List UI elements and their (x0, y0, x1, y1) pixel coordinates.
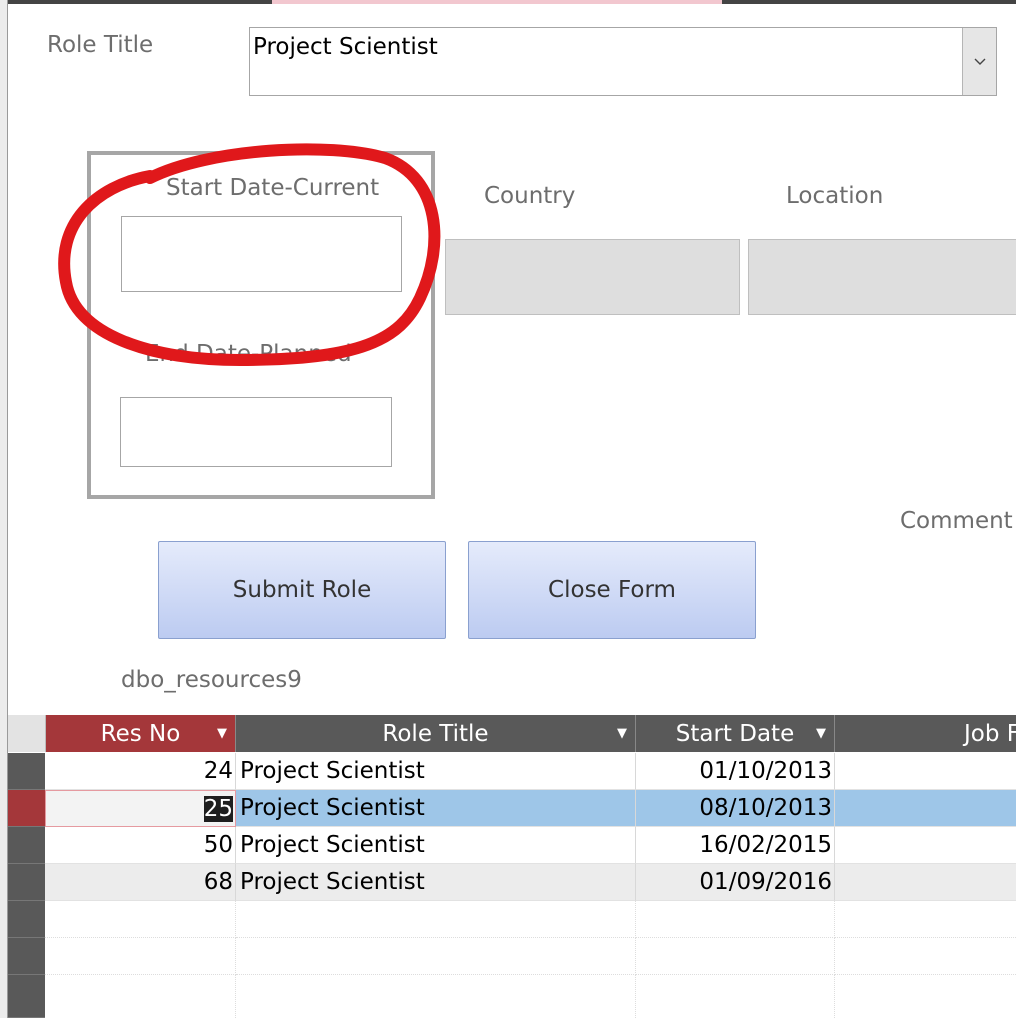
job-cell[interactable] (835, 753, 1016, 790)
country-field[interactable] (445, 239, 740, 315)
role-title-combobox[interactable]: Project Scientist (249, 27, 997, 96)
empty-cell (835, 901, 1016, 938)
empty-cell (45, 975, 236, 1018)
empty-row (45, 938, 1016, 975)
column-header-start-date[interactable]: Start Date ▼ (636, 715, 835, 752)
job-cell[interactable] (835, 827, 1016, 864)
empty-row (45, 975, 1016, 1018)
empty-cell (835, 975, 1016, 1018)
dropdown-button[interactable] (962, 28, 996, 95)
role-title-label: Role Title (47, 32, 154, 58)
start-date-cell[interactable]: 08/10/2013 (636, 790, 835, 827)
active-tab-indicator (272, 0, 722, 4)
record-selector[interactable] (8, 753, 45, 790)
end-date-field[interactable] (120, 397, 392, 467)
chevron-down-icon (974, 58, 985, 65)
record-selector[interactable] (8, 975, 45, 1018)
empty-cell (236, 938, 636, 975)
job-cell[interactable] (835, 864, 1016, 901)
empty-cell (636, 901, 835, 938)
empty-cell (236, 901, 636, 938)
record-selector-current[interactable] (8, 790, 45, 827)
column-header-role-title[interactable]: Role Title ▼ (236, 715, 636, 752)
sort-dropdown-icon[interactable]: ▼ (816, 726, 826, 741)
location-label: Location (786, 183, 884, 209)
start-date-field[interactable] (121, 216, 402, 292)
sort-dropdown-icon[interactable]: ▼ (217, 726, 227, 741)
empty-cell (236, 975, 636, 1018)
role-title-value: Project Scientist (253, 34, 438, 60)
column-label: Res No (100, 720, 181, 747)
start-date-cell[interactable]: 16/02/2015 (636, 827, 835, 864)
empty-row (45, 901, 1016, 938)
comment-label: Comment (900, 508, 1013, 534)
datasheet-caption: dbo_resources9 (121, 667, 302, 693)
table-row[interactable]: 50 Project Scientist 16/02/2015 (45, 827, 1016, 864)
res-no-selected-text: 25 (203, 796, 233, 822)
res-no-cell[interactable]: 50 (45, 827, 236, 864)
empty-cell (835, 938, 1016, 975)
column-label: Job F (964, 720, 1016, 747)
empty-cell (45, 938, 236, 975)
record-selector[interactable] (8, 938, 45, 975)
role-title-cell[interactable]: Project Scientist (236, 864, 636, 901)
start-date-cell[interactable]: 01/10/2013 (636, 753, 835, 790)
close-form-button[interactable]: Close Form (468, 541, 756, 639)
record-selector[interactable] (8, 864, 45, 901)
table-row-selected[interactable]: 25 Project Scientist 08/10/2013 (45, 790, 1016, 827)
record-selector[interactable] (8, 827, 45, 864)
column-header-res-no[interactable]: Res No ▼ (46, 715, 236, 752)
start-date-label: Start Date-Current (166, 175, 380, 201)
role-title-cell[interactable]: Project Scientist (236, 753, 636, 790)
location-field[interactable] (748, 239, 1016, 315)
country-label: Country (484, 183, 576, 209)
select-all-corner[interactable] (8, 715, 46, 752)
res-no-cell[interactable]: 68 (45, 864, 236, 901)
sort-dropdown-icon[interactable]: ▼ (617, 726, 627, 741)
empty-cell (45, 901, 236, 938)
column-label: Role Title (382, 720, 489, 747)
end-date-label: End Date-Planned (145, 341, 352, 367)
submit-role-button[interactable]: Submit Role (158, 541, 446, 639)
res-no-cell[interactable]: 25 (45, 790, 236, 827)
form-left-border (0, 0, 8, 1018)
datasheet: Res No ▼ Role Title ▼ Start Date ▼ Job F… (8, 715, 1016, 1018)
table-row[interactable]: 68 Project Scientist 01/09/2016 (45, 864, 1016, 901)
column-header-job[interactable]: Job F (835, 715, 1016, 752)
empty-cell (636, 975, 835, 1018)
start-date-cell[interactable]: 01/09/2016 (636, 864, 835, 901)
empty-cell (636, 938, 835, 975)
job-cell[interactable] (835, 790, 1016, 827)
res-no-cell[interactable]: 24 (45, 753, 236, 790)
role-title-cell[interactable]: Project Scientist (236, 827, 636, 864)
record-selector[interactable] (8, 901, 45, 938)
role-title-cell[interactable]: Project Scientist (236, 790, 636, 827)
table-row[interactable]: 24 Project Scientist 01/10/2013 (45, 753, 1016, 790)
column-label: Start Date (675, 720, 795, 747)
